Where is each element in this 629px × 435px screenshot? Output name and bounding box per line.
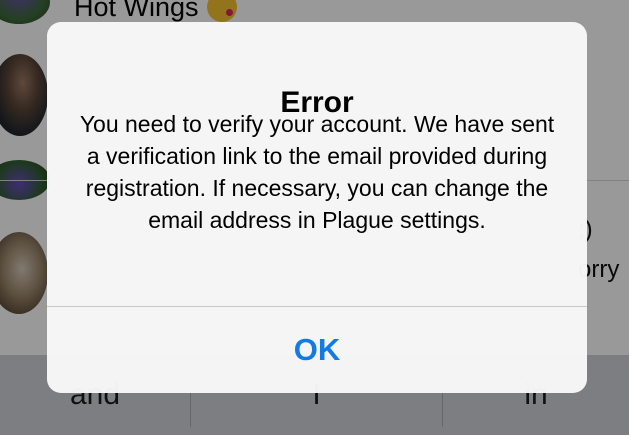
ok-button[interactable]: OK	[47, 307, 587, 393]
error-alert-dialog: Error You need to verify your account. W…	[47, 22, 587, 393]
alert-message: You need to verify your account. We have…	[79, 111, 555, 233]
